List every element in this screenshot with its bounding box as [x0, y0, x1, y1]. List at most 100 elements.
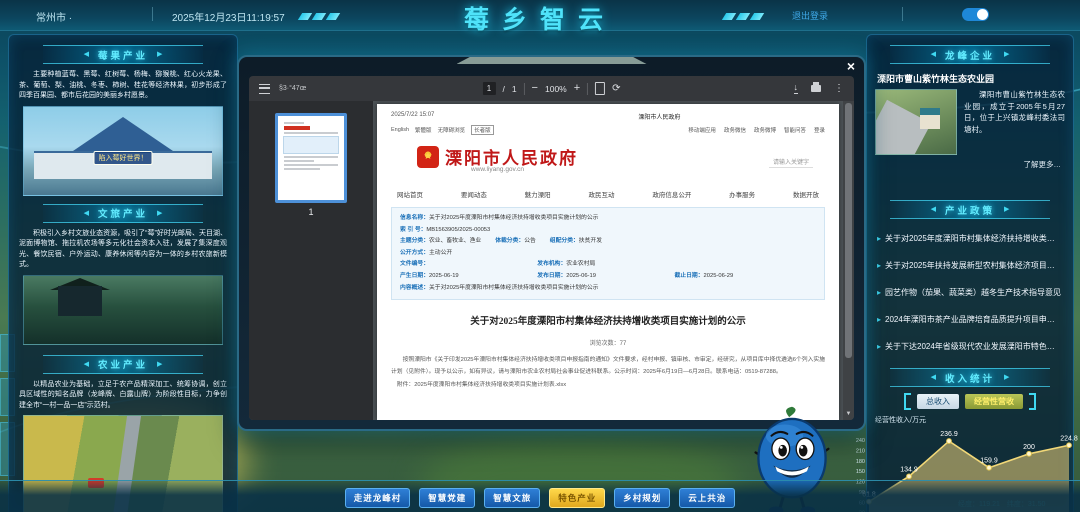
pdf-scrollbar[interactable]: ▼	[843, 101, 854, 420]
site-header-title: 溧阳市人民政府	[638, 112, 680, 121]
left-sidebar: ◀ 莓果产业 ▶ 主要种植蓝莓、黑莓、红树莓、杨梅、猕猴桃、红心火龙果、茶、葡萄…	[8, 34, 238, 512]
search-input[interactable]: 请输入关键字	[769, 157, 813, 168]
toggle-knob	[977, 9, 988, 20]
policy-item[interactable]: ▸ 园艺作物（茄果、蔬菜类）越冬生产技术指导意见	[877, 287, 1063, 298]
city-label[interactable]: 常州市 ·	[36, 9, 72, 24]
header-divider	[152, 7, 153, 21]
link-english[interactable]: English	[391, 127, 409, 133]
logout-link[interactable]: 退出登录	[792, 9, 828, 22]
modal-top-notch	[457, 57, 647, 64]
bracket-decoration	[904, 393, 911, 410]
site-nav-info-disclosure[interactable]: 政府信息公开	[652, 189, 691, 199]
arrow-left-icon[interactable]: ◀	[931, 51, 936, 58]
bullet-icon: ▸	[877, 234, 881, 243]
fit-page-icon[interactable]	[595, 82, 605, 95]
page-thumbnail[interactable]	[275, 113, 347, 203]
download-icon[interactable]: ↓	[794, 83, 799, 94]
link-login[interactable]: 登录	[814, 126, 825, 134]
rotate-icon[interactable]: ⟳	[612, 83, 620, 94]
site-nav-open-data[interactable]: 数据开放	[793, 189, 819, 199]
link-elder-mode[interactable]: 长者版	[471, 125, 494, 135]
nav-smart-tourism[interactable]: 智慧文旅	[484, 488, 540, 508]
pdf-toolbar-center: 1 / 1 − 100% + ⟳	[482, 82, 620, 95]
policy-item[interactable]: ▸关于下达2024年省级现代农业发展溧阳市特色…	[877, 341, 1063, 352]
datetime-label: 2025年12月23日11:19:57	[172, 9, 285, 24]
arrow-left-icon[interactable]: ◀	[84, 361, 89, 368]
section-header-berry: ◀ 莓果产业 ▶	[43, 45, 203, 64]
pdf-toolbar: §3·°47œ 1 / 1 − 100% + ⟳ ↓ ⋮	[249, 76, 854, 101]
attachment-link[interactable]: 附件：2025年度溧阳市村集体经济扶持增收类项目实施计划表.xlsx	[391, 379, 825, 388]
nav-village-planning[interactable]: 乡村规划	[614, 488, 670, 508]
svg-text:150: 150	[856, 469, 865, 475]
section-header-tourism: ◀ 文旅产业 ▶	[43, 204, 203, 223]
svg-text:159.9: 159.9	[980, 458, 998, 465]
svg-text:200: 200	[1023, 444, 1035, 451]
arrow-left-icon[interactable]: ◀	[84, 51, 89, 58]
link-accessibility[interactable]: 无障碍浏览	[438, 126, 466, 134]
bracket-decoration	[1029, 393, 1036, 410]
link-gov-wechat[interactable]: 政务微信	[724, 126, 746, 134]
kebab-menu-icon[interactable]: ⋮	[834, 83, 844, 94]
policy-item-text: 园艺作物（茄果、蔬菜类）越冬生产技术指导意见	[885, 287, 1061, 298]
arrow-left-icon[interactable]: ◀	[84, 210, 89, 217]
policy-list: ▸关于对2025年度溧阳市村集体经济扶持增收类… ▸关于对2025年扶持发展新型…	[877, 233, 1063, 352]
theme-toggle[interactable]	[962, 8, 989, 21]
site-nav-news[interactable]: 要闻动态	[461, 189, 487, 199]
section-header-policy: ◀ 产业政策 ▶	[890, 200, 1050, 219]
section-title: 莓果产业	[98, 48, 148, 62]
svg-text:134.9: 134.9	[900, 466, 918, 473]
site-nav: 网站首页 要闻动态 魅力溧阳 政民互动 政府信息公开 办事服务 数据开放	[391, 189, 825, 199]
svg-text:240: 240	[856, 438, 865, 444]
close-icon[interactable]: ×	[847, 59, 855, 73]
national-emblem-icon: ★	[417, 146, 439, 168]
site-nav-services[interactable]: 办事服务	[729, 189, 755, 199]
policy-item[interactable]: ▸关于对2025年扶持发展新型农村集体经济项目…	[877, 260, 1063, 271]
link-gov-weibo[interactable]: 政务微博	[754, 126, 776, 134]
document-meta-box: 信息名称：关于对2025年度溧阳市村集体经济扶持增收类项目实施计划的公示 索 引…	[391, 207, 825, 300]
policy-item[interactable]: ▸2024年溧阳市茶产业品牌培育品质提升项目申…	[877, 314, 1063, 325]
link-mobile-app[interactable]: 移动端应用	[688, 126, 716, 134]
berry-photo: 陷入莓好世界！	[23, 106, 223, 196]
header-divider	[902, 7, 903, 21]
pdf-body: 1 2025/7/22 15:07 溧阳市人民政府 English 繁體版 无障…	[249, 101, 854, 420]
nav-cloud-governance[interactable]: 云上共治	[679, 488, 735, 508]
learn-more-link[interactable]: 了解更多…	[879, 159, 1061, 170]
arrow-right-icon[interactable]: ▶	[157, 51, 162, 58]
arrow-right-icon[interactable]: ▶	[1004, 51, 1009, 58]
site-nav-charm[interactable]: 魅力溧阳	[525, 189, 551, 199]
thumbnail-page-label: 1	[308, 207, 313, 217]
pavilion-roof-shape	[73, 117, 173, 151]
link-smart-qa[interactable]: 智能问答	[784, 126, 806, 134]
site-nav-interaction[interactable]: 政民互动	[588, 189, 614, 199]
tab-total-income[interactable]: 总收入	[917, 394, 959, 409]
bullet-icon: ▸	[877, 288, 881, 297]
arrow-right-icon[interactable]: ▶	[157, 361, 162, 368]
arrow-right-icon[interactable]: ▶	[1004, 206, 1009, 213]
site-nav-home[interactable]: 网站首页	[397, 189, 423, 199]
bullet-icon: ▸	[877, 315, 881, 324]
arrow-left-icon[interactable]: ◀	[931, 374, 936, 381]
pdf-modal: × §3·°47œ 1 / 1 − 100% + ⟳ ↓	[237, 55, 866, 431]
arrow-right-icon[interactable]: ▶	[1004, 374, 1009, 381]
tab-operating-revenue[interactable]: 经营性营收	[965, 394, 1023, 409]
scrollbar-thumb[interactable]	[845, 103, 852, 358]
arrow-right-icon[interactable]: ▶	[157, 210, 162, 217]
print-icon[interactable]	[811, 85, 821, 92]
section-title: 龙峰企业	[945, 48, 995, 62]
nav-longfeng-village[interactable]: 走进龙峰村	[345, 488, 411, 508]
policy-item[interactable]: ▸关于对2025年度溧阳市村集体经济扶持增收类…	[877, 233, 1063, 244]
scroll-down-icon[interactable]: ▼	[843, 408, 854, 420]
menu-icon[interactable]	[259, 84, 270, 94]
zoom-in-button[interactable]: +	[574, 83, 580, 94]
policy-item-text: 关于对2025年扶持发展新型农村集体经济项目…	[885, 260, 1055, 271]
nav-featured-industry[interactable]: 特色产业	[549, 488, 605, 508]
nav-smart-party[interactable]: 智慧党建	[419, 488, 475, 508]
pavilion-shape	[58, 286, 102, 316]
link-traditional[interactable]: 繁體版	[415, 126, 432, 134]
pdf-filename: §3·°47œ	[279, 85, 306, 92]
zoom-out-button[interactable]: −	[532, 83, 538, 94]
arrow-left-icon[interactable]: ◀	[931, 206, 936, 213]
page-number-input[interactable]: 1	[482, 82, 495, 95]
app-title: 莓乡智云	[464, 0, 616, 36]
svg-text:210: 210	[856, 448, 865, 454]
